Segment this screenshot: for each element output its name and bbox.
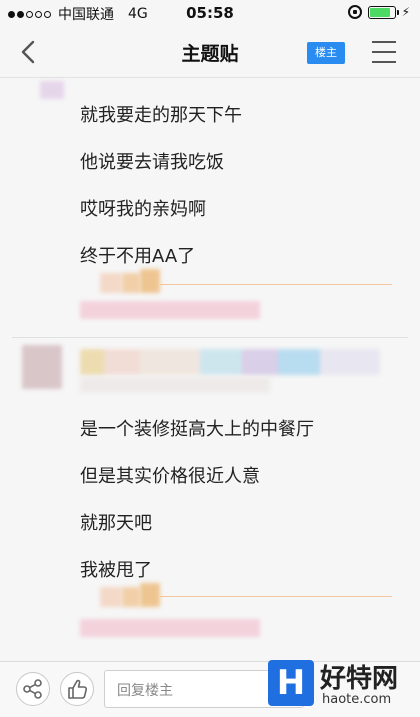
post-content: 就我要走的那天下午 他说要去请我吃饭 哎呀我的亲妈啊 终于不用AA了 是一个装修… xyxy=(0,79,420,661)
status-right: ⚡ xyxy=(347,5,410,19)
blurred-meta xyxy=(100,273,122,293)
share-icon xyxy=(23,679,42,699)
post1-line-4: 终于不用AA了 xyxy=(80,246,196,267)
blurred-meta xyxy=(122,587,140,607)
status-bar: 中国联通 4G 05:58 ⚡ xyxy=(0,0,420,26)
charging-icon: ⚡ xyxy=(401,5,410,19)
blurred-meta xyxy=(122,273,140,293)
post1-line-3: 哎呀我的亲妈啊 xyxy=(80,199,206,220)
blurred-meta xyxy=(80,377,270,393)
post1-line-2: 他说要去请我吃饭 xyxy=(80,152,224,173)
like-button[interactable] xyxy=(60,672,94,706)
watermark: H 好特网 haote.com xyxy=(268,630,420,717)
post2-line-1: 是一个装修挺高大上的中餐厅 xyxy=(80,419,314,440)
page-title: 主题贴 xyxy=(181,43,239,65)
signature-divider xyxy=(160,284,392,285)
blurred-meta xyxy=(80,301,260,319)
post2-line-4: 我被甩了 xyxy=(80,560,152,581)
blurred-meta xyxy=(100,587,122,607)
battery-icon xyxy=(367,5,399,19)
blurred-avatar xyxy=(40,81,64,99)
floor-separator xyxy=(12,337,408,338)
watermark-name: 好特网 xyxy=(320,664,399,694)
menu-icon[interactable] xyxy=(372,41,396,63)
blurred-meta xyxy=(80,619,260,637)
rotation-lock-icon xyxy=(347,5,362,19)
post2-line-2: 但是其实价格很近人意 xyxy=(80,466,260,487)
share-button[interactable] xyxy=(16,672,50,706)
blurred-username xyxy=(80,349,380,375)
signature-divider xyxy=(160,596,392,597)
thumbs-up-icon xyxy=(68,679,88,699)
blurred-meta xyxy=(140,583,160,607)
nav-bar: 主题贴 楼主 xyxy=(0,26,420,78)
op-only-button[interactable]: 楼主 xyxy=(307,42,345,64)
post2-line-3: 就那天吧 xyxy=(80,513,152,534)
blurred-meta xyxy=(140,269,160,293)
blurred-avatar xyxy=(22,345,62,389)
watermark-logo: H xyxy=(268,660,314,706)
post1-line-1: 就我要走的那天下午 xyxy=(80,105,242,126)
watermark-url: haote.com xyxy=(322,692,392,707)
